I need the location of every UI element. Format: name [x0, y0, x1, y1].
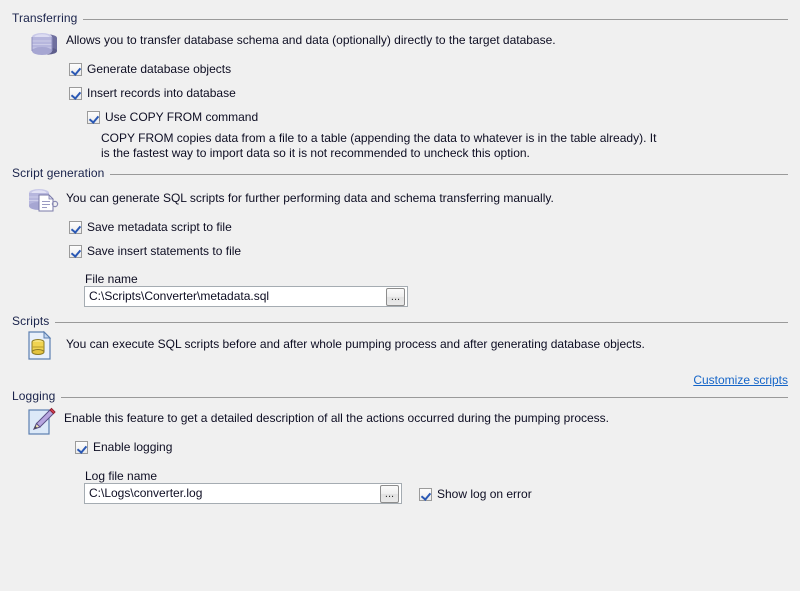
checkbox-box-generate-database-objects[interactable]: [69, 63, 82, 76]
log-file-name-browse-button[interactable]: ...: [380, 484, 399, 503]
logging-description: Enable this feature to get a detailed de…: [64, 411, 609, 425]
checkbox-label-insert-records-into-database: Insert records into database: [87, 86, 236, 100]
group-header-logging: Logging: [12, 388, 788, 404]
checkbox-save-insert-statements-to-file[interactable]: Save insert statements to file: [69, 244, 241, 258]
checkbox-label-generate-database-objects: Generate database objects: [87, 62, 232, 76]
group-rule-logging: [61, 396, 788, 398]
checkbox-enable-logging[interactable]: Enable logging: [75, 440, 172, 454]
group-rule-transferring: [83, 18, 788, 20]
database-stack-icon: [28, 29, 62, 59]
checkbox-label-use-copy-from-command: Use COPY FROM command: [105, 110, 259, 124]
log-file-name-label: Log file name: [85, 469, 158, 483]
customize-scripts-link[interactable]: Customize scripts: [693, 373, 788, 387]
group-header-transferring: Transferring: [12, 10, 788, 26]
checkbox-label-enable-logging: Enable logging: [93, 440, 173, 454]
group-header-script-generation: Script generation: [12, 165, 788, 181]
checkbox-box-show-log-on-error[interactable]: [419, 488, 432, 501]
file-name-label: File name: [85, 272, 138, 286]
group-title-logging: Logging: [12, 389, 56, 403]
checkbox-box-save-metadata-script-to-file[interactable]: [69, 221, 82, 234]
group-title-script-generation: Script generation: [12, 166, 105, 180]
file-name-value: C:\Scripts\Converter\metadata.sql: [89, 289, 270, 303]
file-name-browse-button[interactable]: ...: [386, 287, 405, 306]
checkbox-label-show-log-on-error: Show log on error: [437, 487, 532, 501]
file-name-input[interactable]: C:\Scripts\Converter\metadata.sql ...: [84, 286, 408, 307]
checkbox-label-save-metadata-script-to-file: Save metadata script to file: [87, 220, 232, 234]
group-rule-scripts: [55, 321, 788, 323]
checkbox-use-copy-from-command[interactable]: Use COPY FROM command: [87, 110, 258, 124]
checkbox-box-enable-logging[interactable]: [75, 441, 88, 454]
log-file-name-value: C:\Logs\converter.log: [89, 486, 203, 500]
group-title-transferring: Transferring: [12, 11, 78, 25]
script-page-icon: [26, 330, 56, 362]
log-pencil-icon: [26, 404, 58, 438]
checkbox-box-insert-records-into-database[interactable]: [69, 87, 82, 100]
group-rule-script-generation: [110, 173, 788, 175]
scripts-description: You can execute SQL scripts before and a…: [66, 337, 645, 351]
checkbox-box-use-copy-from-command[interactable]: [87, 111, 100, 124]
checkbox-save-metadata-script-to-file[interactable]: Save metadata script to file: [69, 220, 232, 234]
checkbox-label-save-insert-statements-to-file: Save insert statements to file: [87, 244, 242, 258]
copy-from-hint-line-2: is the fastest way to import data so it …: [101, 146, 530, 160]
copy-from-hint-line-1: COPY FROM copies data from a file to a t…: [101, 131, 657, 145]
checkbox-insert-records-into-database[interactable]: Insert records into database: [69, 86, 236, 100]
group-title-scripts: Scripts: [12, 314, 50, 328]
checkbox-box-save-insert-statements-to-file[interactable]: [69, 245, 82, 258]
log-file-name-input[interactable]: C:\Logs\converter.log ...: [84, 483, 402, 504]
script-generation-description: You can generate SQL scripts for further…: [66, 191, 554, 205]
database-script-icon: [25, 185, 61, 217]
checkbox-generate-database-objects[interactable]: Generate database objects: [69, 62, 231, 76]
transferring-description: Allows you to transfer database schema a…: [66, 33, 556, 47]
group-header-scripts: Scripts: [12, 313, 788, 329]
checkbox-show-log-on-error[interactable]: Show log on error: [419, 487, 532, 501]
